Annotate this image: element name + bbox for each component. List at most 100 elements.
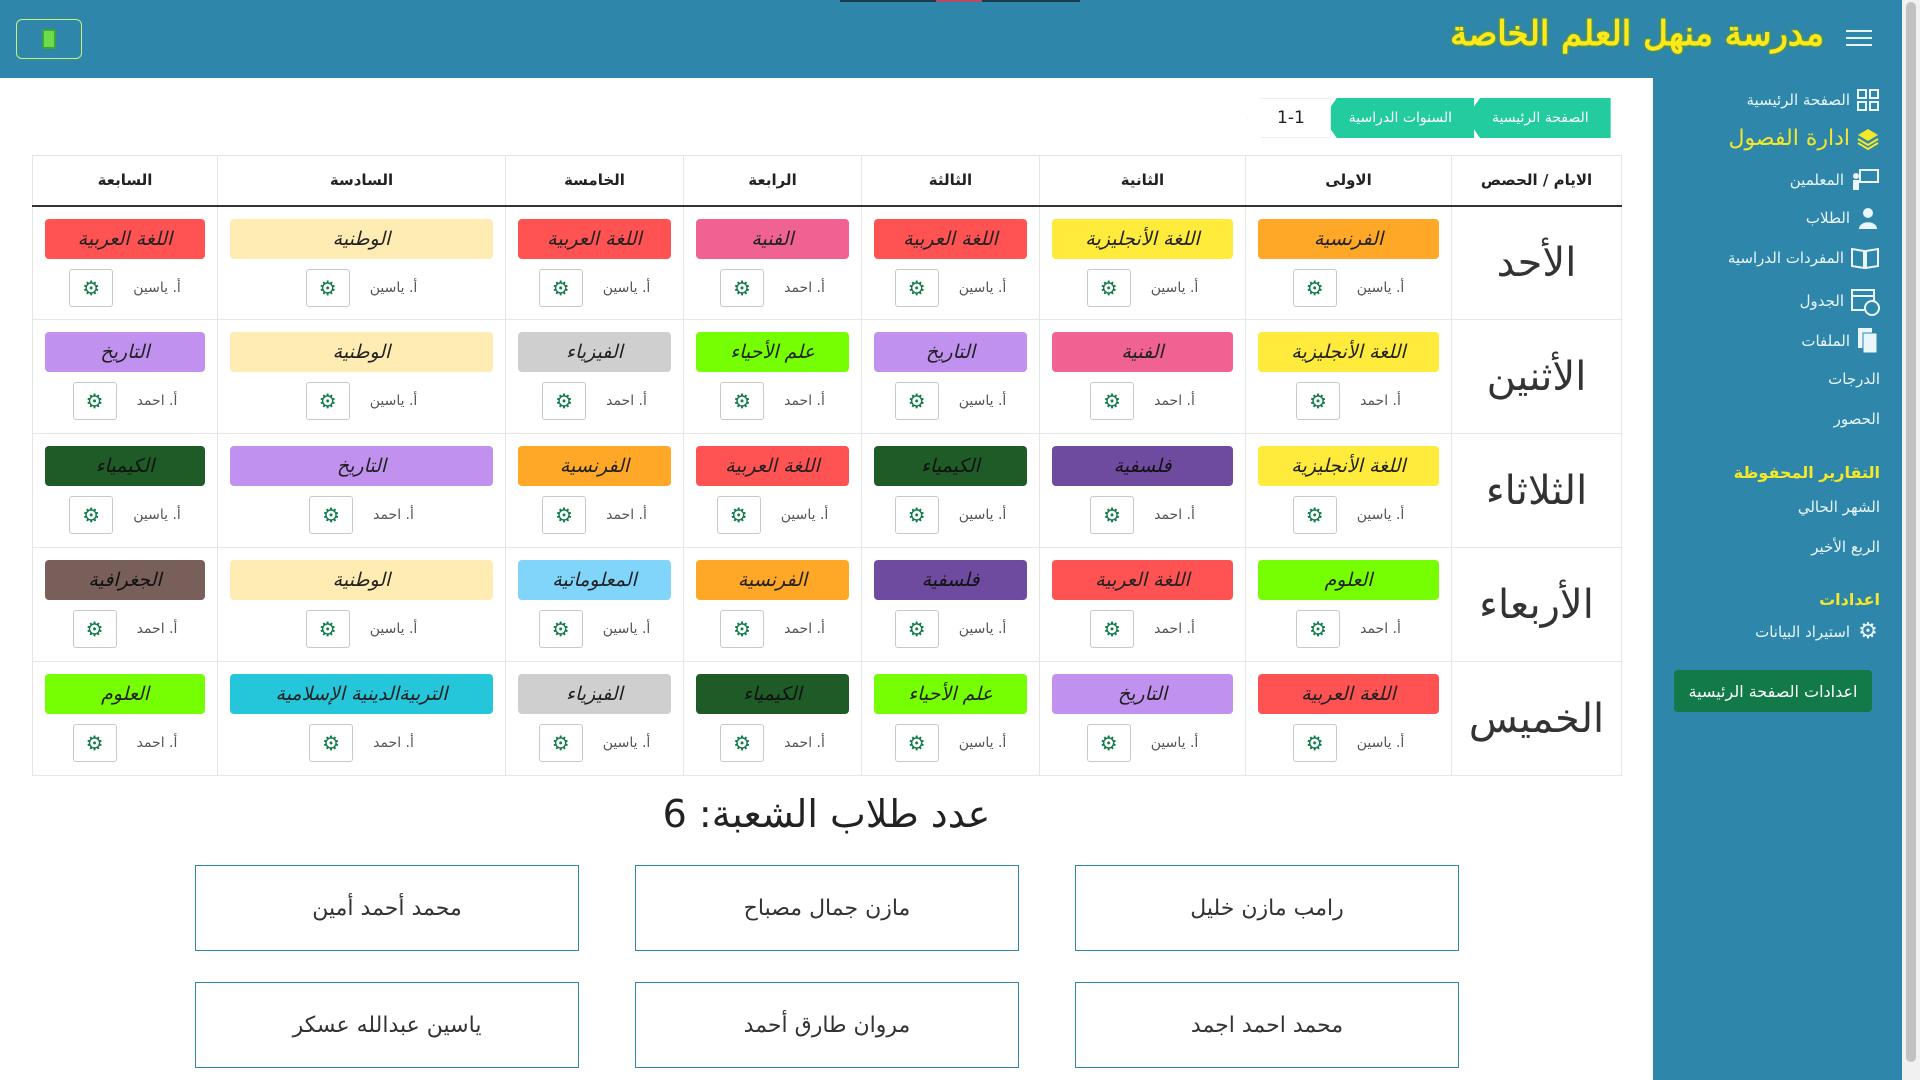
gear-icon: ⚙ (82, 503, 101, 527)
student-card[interactable]: محمد أحمد أمين (195, 865, 579, 951)
gear-icon: ⚙ (555, 503, 574, 527)
sidebar-item-label: الطلاب (1805, 209, 1850, 227)
schedule-cell: الفرنسية أ. احمد ⚙ (683, 547, 862, 662)
cell-settings-button[interactable]: ⚙ (720, 724, 765, 762)
home-settings-button[interactable]: اعدادات الصفحة الرئيسية (1674, 670, 1872, 712)
cell-settings-button[interactable]: ⚙ (1296, 610, 1341, 648)
cell-settings-button[interactable]: ⚙ (538, 268, 583, 307)
cell-settings-button[interactable]: ⚙ (542, 496, 587, 534)
sidebar-item-schedule[interactable]: الجدول (1800, 286, 1880, 316)
cell-settings-button[interactable]: ⚙ (542, 382, 587, 420)
student-card[interactable]: مروان طارق أحمد (635, 982, 1019, 1068)
cell-settings-button[interactable]: ⚙ (1296, 382, 1341, 420)
scrollbar[interactable] (1902, 0, 1920, 1080)
report-current-month[interactable]: الشهر الحالي (1798, 498, 1880, 516)
cell-settings-button[interactable]: ⚙ (894, 382, 939, 420)
cell-settings-button[interactable]: ⚙ (1090, 382, 1135, 420)
sidebar: الصفحة الرئيسية ادارة الفصول المعلمين ال… (1653, 78, 1902, 1080)
gear-icon: ⚙ (907, 275, 926, 300)
schedule-cell: فلسفية أ. ياسين ⚙ (861, 547, 1040, 662)
cell-settings-button[interactable]: ⚙ (1292, 268, 1337, 307)
cell-settings-button[interactable]: ⚙ (894, 724, 939, 762)
table-row: الأثنين اللغة الأنجليزية أ. احمد ⚙ الفنية أ. … (32, 319, 1622, 434)
cell-settings-button[interactable]: ⚙ (69, 268, 114, 307)
sidebar-item-attendance[interactable]: الحصور (1834, 410, 1880, 428)
cell-settings-button[interactable]: ⚙ (720, 382, 765, 420)
cell-settings-button[interactable]: ⚙ (894, 496, 939, 534)
cell-footer: أ. ياسين ⚙ (33, 496, 217, 534)
gear-icon: ⚙ (907, 731, 926, 755)
teacher-name: أ. احمد (1154, 393, 1195, 409)
gear-icon: ⚙ (907, 503, 926, 527)
sidebar-item-files[interactable]: الملفات (1801, 326, 1880, 356)
student-card[interactable]: ياسين عبدالله عسكر (195, 982, 579, 1068)
sidebar-item-grades[interactable]: الدرجات (1828, 370, 1880, 388)
cell-settings-button[interactable]: ⚙ (309, 724, 354, 762)
schedule-cell: التاريخ أ. ياسين ⚙ (861, 319, 1040, 434)
subject-badge: اللغة الأنجليزية (1052, 218, 1233, 259)
schedule-cell: الفنية أ. احمد ⚙ (1039, 319, 1246, 434)
schedule-cell: اللغة العربية أ. ياسين ⚙ (683, 433, 862, 548)
teacher-name: أ. ياسين (1150, 279, 1199, 296)
cell-settings-button[interactable]: ⚙ (894, 610, 939, 648)
teacher-icon (1853, 169, 1879, 190)
cell-settings-button[interactable]: ⚙ (72, 724, 117, 762)
cell-settings-button[interactable]: ⚙ (72, 610, 117, 648)
sidebar-item-curriculum[interactable]: المفردات الدراسية (1728, 246, 1880, 270)
schedule-cell: التاريخ أ. احمد ⚙ (32, 319, 218, 434)
cell-settings-button[interactable]: ⚙ (538, 724, 583, 762)
cell-settings-button[interactable]: ⚙ (1090, 610, 1135, 648)
cell-settings-button[interactable]: ⚙ (305, 610, 350, 648)
cell-settings-button[interactable]: ⚙ (305, 268, 350, 307)
gear-icon: ⚙ (907, 617, 926, 641)
cell-settings-button[interactable]: ⚙ (1086, 724, 1131, 762)
cell-footer: أ. احمد ⚙ (1040, 382, 1245, 420)
table-row: الثلاثاء اللغة الأنجليزية أ. ياسين ⚙ فلسفية أ… (32, 433, 1622, 548)
cell-footer: أ. احمد ⚙ (1040, 610, 1245, 648)
cell-settings-button[interactable]: ⚙ (720, 268, 765, 307)
cell-settings-button[interactable]: ⚙ (1292, 496, 1337, 534)
sidebar-item-import[interactable]: ⚙ استيراد البيانات (1755, 620, 1880, 644)
student-card[interactable]: مازن جمال مصباح (635, 865, 1019, 951)
gear-icon: ⚙ (82, 275, 101, 300)
cell-footer: أ. ياسين ⚙ (506, 610, 683, 648)
sidebar-item-classes[interactable]: ادارة الفصول (1728, 126, 1880, 151)
cell-settings-button[interactable]: ⚙ (1292, 724, 1337, 762)
gear-icon: ⚙ (1305, 731, 1324, 755)
schedule-cell: الكيمياء أ. احمد ⚙ (683, 661, 862, 776)
cell-footer: أ. احمد ⚙ (33, 382, 217, 420)
cell-settings-button[interactable]: ⚙ (720, 610, 765, 648)
cell-settings-button[interactable]: ⚙ (69, 496, 114, 534)
cell-settings-button[interactable]: ⚙ (72, 382, 117, 420)
schedule-cell: اللغة العربية أ. ياسين ⚙ (861, 205, 1040, 320)
cell-settings-button[interactable]: ⚙ (538, 610, 583, 648)
report-last-quarter[interactable]: الربع الأخير (1811, 538, 1880, 556)
subject-badge: التاريخ (45, 332, 205, 372)
schedule-cell: الفرنسية أ. احمد ⚙ (505, 433, 684, 548)
student-card[interactable]: محمد احمد اجمد (1075, 982, 1459, 1068)
breadcrumb-years[interactable]: السنوات الدراسية (1322, 98, 1475, 138)
sidebar-item-students[interactable]: الطلاب (1806, 206, 1880, 230)
subject-badge: فلسفية (874, 560, 1027, 600)
teacher-name: أ. ياسين (780, 507, 829, 523)
sidebar-item-teachers[interactable]: المعلمين (1790, 168, 1880, 192)
subject-badge: التاريخ (1052, 674, 1233, 714)
gear-icon: ⚙ (555, 389, 574, 413)
cell-settings-button[interactable]: ⚙ (1086, 268, 1131, 307)
cell-settings-button[interactable]: ⚙ (894, 268, 939, 307)
breadcrumb-home[interactable]: الصفحة الرئيسية (1466, 98, 1611, 138)
cell-settings-button[interactable]: ⚙ (305, 382, 350, 420)
schedule-cell: الفيزياء أ. احمد ⚙ (505, 319, 684, 434)
exit-button[interactable] (16, 19, 82, 59)
student-count: عدد طلاب الشعبة: 6 (662, 792, 991, 836)
cell-footer: أ. ياسين ⚙ (218, 382, 505, 420)
cell-settings-button[interactable]: ⚙ (716, 496, 761, 534)
student-card[interactable]: رامب مازن خليل (1075, 865, 1459, 951)
sidebar-item-home[interactable]: الصفحة الرئيسية (1747, 88, 1881, 112)
hamburger-icon[interactable] (1846, 30, 1872, 48)
teacher-name: أ. احمد (136, 735, 178, 751)
sidebar-item-label: استيراد البيانات (1755, 623, 1850, 641)
cell-settings-button[interactable]: ⚙ (309, 496, 354, 534)
cell-settings-button[interactable]: ⚙ (1090, 496, 1135, 534)
subject-badge: اللغة العربية (518, 218, 671, 259)
